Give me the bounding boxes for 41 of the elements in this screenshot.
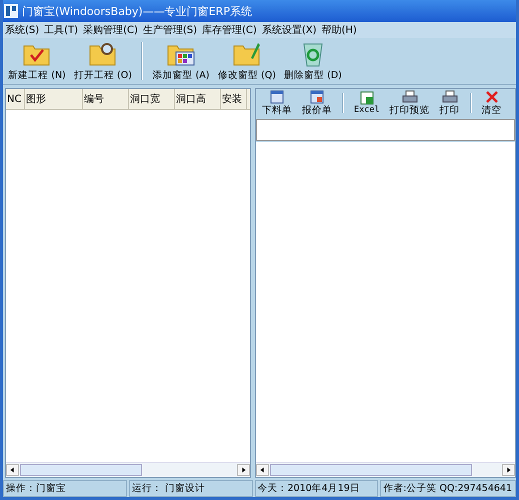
status-panel: 今天：2010年4月19日: [254, 480, 378, 497]
clear-x-icon: [484, 90, 500, 104]
document-icon: [309, 90, 325, 104]
menu-item[interactable]: 帮助(H): [321, 23, 357, 37]
window-title: 门窗宝(WindoorsBaby)——专业门窗ERP系统: [22, 4, 252, 18]
scroll-left-icon[interactable]: [6, 464, 19, 476]
report-toolbar-button[interactable]: 下料单: [258, 90, 296, 116]
menu-item[interactable]: 库存管理(C): [202, 23, 257, 37]
status-panel: 运行： 门窗设计: [128, 480, 252, 497]
report-toolbar-button[interactable]: 报价单: [298, 90, 336, 116]
menu-item[interactable]: 系统设置(X): [262, 23, 316, 37]
column-header[interactable]: 安装: [221, 89, 247, 109]
menu-item[interactable]: 生产管理(S): [142, 23, 198, 37]
toolbar-button[interactable]: 新建工程 (N): [5, 40, 69, 82]
toolbar-button[interactable]: 打开工程 (O): [71, 40, 135, 82]
menu-item[interactable]: 采购管理(C): [83, 23, 138, 37]
report-toolbar-button[interactable]: Excel: [350, 91, 384, 115]
folder-icon: [231, 40, 263, 68]
report-toolbar-button[interactable]: 打印: [436, 90, 464, 116]
app-icon: [4, 4, 18, 18]
column-header[interactable]: 图形: [25, 89, 83, 109]
scroll-left-icon[interactable]: [256, 464, 269, 476]
column-header[interactable]: 洞口高: [175, 89, 221, 109]
horizontal-scrollbar[interactable]: [256, 462, 515, 477]
status-panel: 操作：门窗宝: [3, 480, 127, 497]
report-toolbar-button[interactable]: 打印预览: [386, 90, 434, 116]
document-icon: [269, 90, 285, 104]
toolbar-button[interactable]: 删除窗型 (D): [281, 40, 345, 82]
column-header[interactable]: 编号: [83, 89, 129, 109]
status-panel: 作者:公子笑 QQ:297454641: [380, 480, 516, 497]
horizontal-scrollbar[interactable]: [6, 462, 250, 477]
toolbar-button[interactable]: 添加窗型 (A): [149, 40, 213, 82]
toolbar-button[interactable]: 修改窗型 (Q): [215, 40, 279, 82]
document-icon: [358, 91, 375, 105]
column-header[interactable]: NC: [6, 89, 25, 109]
menu-item[interactable]: 系统(S): [5, 23, 40, 37]
scroll-right-icon[interactable]: [237, 464, 250, 476]
report-toolbar-button[interactable]: 清空: [478, 90, 506, 116]
scroll-right-icon[interactable]: [502, 464, 515, 476]
menu-item[interactable]: 工具(T): [44, 23, 78, 37]
column-header[interactable]: 洞口宽: [129, 89, 175, 109]
